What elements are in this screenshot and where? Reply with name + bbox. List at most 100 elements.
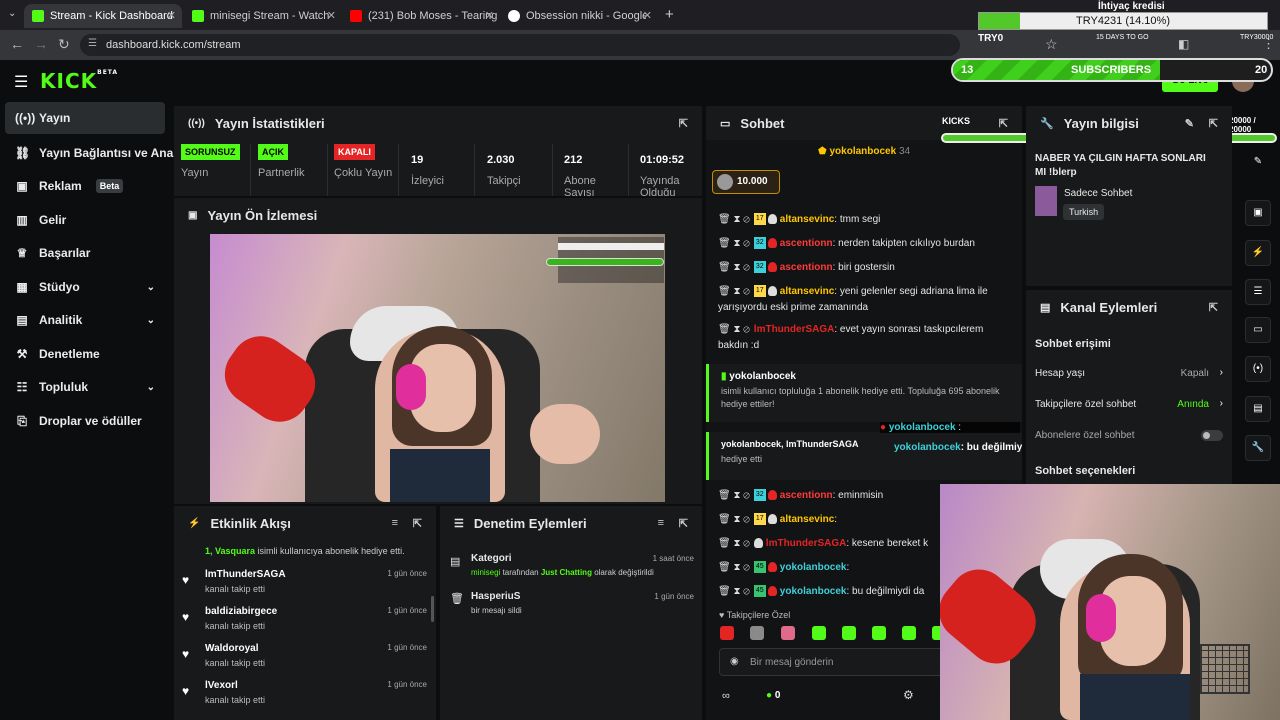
chat-username[interactable]: yokolanbocek <box>780 562 847 573</box>
skull-badge-icon <box>753 538 763 549</box>
mod-tools-icon[interactable]: 🗑 ⧗ ⊘ <box>718 214 750 225</box>
browser-tab-minisegi[interactable]: minisegi Stream - Watch Live o ✕ <box>184 4 342 28</box>
new-tab-button[interactable]: + <box>665 6 674 23</box>
chat-message[interactable]: 🗑 ⧗ ⊘ 32 ascentionn: nerden takipten cıkıl… <box>718 236 1008 252</box>
close-tab-icon[interactable]: ✕ <box>167 9 176 22</box>
mod-tools-icon[interactable]: 🗑 ⧗ ⊘ <box>718 514 750 525</box>
back-arrow-icon[interactable]: ← <box>10 36 24 52</box>
chat-username[interactable]: altansevinc <box>780 286 834 297</box>
emote-icon[interactable] <box>781 626 795 640</box>
emote-icon[interactable] <box>750 626 764 640</box>
browser-tab-google[interactable]: Obsession nikki - Google'da Ar ✕ <box>500 4 658 28</box>
setting-row-subs-only[interactable]: Abonelere özel sohbet <box>1035 430 1223 441</box>
chat-username[interactable]: lmThunderSAGA <box>766 538 847 549</box>
forward-arrow-icon[interactable]: → <box>34 36 48 52</box>
browser-tab-kick-dashboard[interactable]: Stream - Kick Dashboard ✕ <box>24 4 182 28</box>
filter-icon[interactable]: ≡ <box>658 517 664 529</box>
popout-icon[interactable]: ⇱ <box>679 517 688 530</box>
studio-icon: ▦ <box>16 280 28 294</box>
chat-username[interactable]: yokolanbocek <box>780 586 847 597</box>
emote-icon[interactable] <box>720 626 734 640</box>
chat-username[interactable]: ascentionn <box>780 490 833 501</box>
emote-picker-icon[interactable]: ◉ <box>730 656 739 667</box>
stream-preview-video[interactable] <box>210 234 665 502</box>
emote-icon[interactable] <box>812 626 826 640</box>
rail-broadcast-icon[interactable]: (•) <box>1245 356 1271 382</box>
category-name: Sadece Sohbet <box>1064 188 1133 199</box>
chat-message[interactable]: 🗑 ⧗ ⊘ 17 altansevinc: yeni gelenler segi a… <box>718 284 1008 316</box>
emote-icon[interactable] <box>902 626 916 640</box>
mod-tools-icon[interactable]: 🗑 ⧗ ⊘ <box>718 586 750 597</box>
mod-tools-icon[interactable]: 🗑 ⧗ ⊘ <box>718 262 750 273</box>
sidebar-item-reklam[interactable]: ▣ Reklam Beta <box>5 170 165 202</box>
chat-username[interactable]: ascentionn <box>780 262 833 273</box>
setting-row-followers-only[interactable]: Takipçilere özel sohbet Anında › <box>1035 398 1223 410</box>
close-tab-icon[interactable]: ✕ <box>485 9 494 22</box>
sidebar-item-stream-key[interactable]: ⛓ Yayın Bağlantısı ve Anahtarı <box>5 137 199 169</box>
chat-settings-icon[interactable]: ⚙ <box>903 688 914 702</box>
rail-wrench-icon[interactable]: 🔧 <box>1245 435 1271 461</box>
popout-icon[interactable]: ⇱ <box>1209 301 1218 314</box>
chat-message[interactable]: 🗑 ⧗ ⊘ lmThunderSAGA: evet yayın sonrası t… <box>718 322 1008 354</box>
item-sub: kanalı takip etti <box>205 658 266 668</box>
mod-tools-icon[interactable]: 🗑 ⧗ ⊘ <box>718 238 750 249</box>
rail-video-icon[interactable]: ▣ <box>1245 200 1271 226</box>
sidebar-item-studyo[interactable]: ▦ Stüdyo ⌄ <box>5 271 165 303</box>
sidebar-item-basarilar[interactable]: ♕ Başarılar <box>5 237 165 269</box>
subscribers-count: 13 <box>961 64 974 76</box>
chat-username[interactable]: altansevinc <box>780 514 834 525</box>
sidebar-item-denetleme[interactable]: ⚒ Denetleme <box>5 338 165 370</box>
toggle-switch[interactable] <box>1201 430 1223 441</box>
chat-username[interactable]: lmThunderSAGA <box>754 324 835 335</box>
browser-tab-youtube[interactable]: (231) Bob Moses - Tearing ✕ <box>342 4 500 28</box>
reload-icon[interactable]: ↻ <box>58 36 70 53</box>
floating-username: yokolanbocek <box>888 422 956 433</box>
rail-list-icon[interactable]: ☰ <box>1245 279 1271 305</box>
mod-tools-icon[interactable]: 🗑 ⧗ ⊘ <box>718 562 750 573</box>
chat-input[interactable]: ◉ Bir mesaj gönderin <box>719 648 959 676</box>
setting-row-account-age[interactable]: Hesap yaşı Kapalı › <box>1035 367 1223 379</box>
sidebar-item-label: Droplar ve ödüller <box>39 414 142 428</box>
gift-icon: ▮ <box>721 371 727 382</box>
popout-icon[interactable]: ⇱ <box>413 517 422 530</box>
rail-chat-icon[interactable]: ▭ <box>1245 317 1271 343</box>
emote-icon[interactable] <box>842 626 856 640</box>
site-info-icon[interactable]: ☰ <box>88 38 97 49</box>
sidebar-item-topluluk[interactable]: ☷ Topluluk ⌄ <box>5 371 165 403</box>
kick-logo[interactable]: KICKBETA <box>40 69 118 93</box>
pencil-icon[interactable]: ✎ <box>1245 150 1271 176</box>
chat-message[interactable]: 🗑 ⧗ ⊘ 17 altansevinc: tmm segi <box>718 212 1008 228</box>
kicks-badge[interactable]: 10.000 <box>712 170 780 194</box>
chevron-right-icon: › <box>1219 398 1223 409</box>
edit-icon[interactable]: ✎ <box>1185 117 1194 130</box>
hamburger-menu-icon[interactable]: ☰ <box>14 72 28 92</box>
sidebar-item-gelir[interactable]: ▥ Gelir <box>5 204 165 236</box>
emote-icon[interactable] <box>872 626 886 640</box>
mod-tools-icon[interactable]: 🗑 ⧗ ⊘ <box>718 324 750 335</box>
filter-icon[interactable]: ≡ <box>392 517 398 529</box>
chat-username[interactable]: ascentionn <box>780 238 833 249</box>
heart-icon: ♥ <box>182 573 190 587</box>
chat-username[interactable]: altansevinc <box>780 214 834 225</box>
popout-icon[interactable]: ⇱ <box>679 117 688 130</box>
chevron-right-icon: › <box>1219 367 1223 378</box>
mod-tools-icon[interactable]: 🗑 ⧗ ⊘ <box>718 286 750 297</box>
mini-sub-bar <box>546 258 664 266</box>
popout-icon[interactable]: ⇱ <box>1209 117 1218 130</box>
mod-tools-icon[interactable]: 🗑 ⧗ ⊘ <box>718 538 750 549</box>
rail-bolt-icon[interactable]: ⚡ <box>1245 240 1271 266</box>
tab-list-chevron-icon[interactable]: ⌄ <box>8 8 16 19</box>
infinity-icon[interactable]: ∞ <box>722 690 730 702</box>
rail-actions-icon[interactable]: ▤ <box>1245 396 1271 422</box>
sidebar-item-analitik[interactable]: ▤ Analitik ⌄ <box>5 304 165 336</box>
url-input[interactable]: ☰ dashboard.kick.com/stream <box>80 34 960 56</box>
close-tab-icon[interactable]: ✕ <box>327 9 336 22</box>
popout-icon[interactable]: ⇱ <box>999 117 1008 130</box>
sidebar-item-droplar[interactable]: ⎘ Droplar ve ödüller <box>5 405 165 437</box>
sidebar-item-yayin[interactable]: ((•)) Yayın <box>5 102 165 134</box>
mod-tools-icon[interactable]: 🗑 ⧗ ⊘ <box>718 490 750 501</box>
tab-label: Obsession nikki - Google'da Ar <box>526 10 646 22</box>
scrollbar[interactable] <box>431 596 434 622</box>
close-tab-icon[interactable]: ✕ <box>643 9 652 22</box>
chat-message[interactable]: 🗑 ⧗ ⊘ 32 ascentionn: biri gostersin <box>718 260 1008 276</box>
